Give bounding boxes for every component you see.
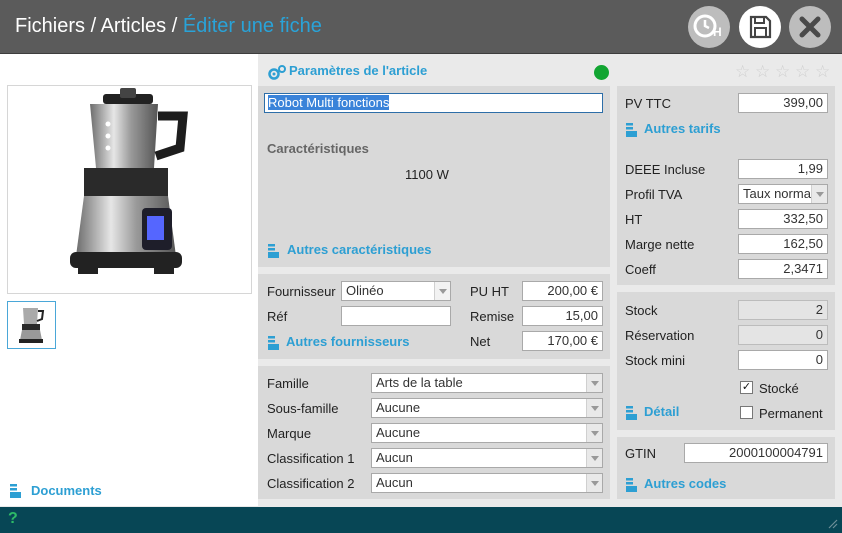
coeff-label: Coeff bbox=[625, 262, 656, 277]
rating-star-5[interactable]: ☆ bbox=[815, 62, 830, 82]
ref-input[interactable] bbox=[341, 306, 451, 326]
stocked-checkbox[interactable]: ✓ bbox=[740, 381, 753, 394]
status-bar bbox=[0, 507, 842, 533]
gtin-label: GTIN bbox=[625, 446, 657, 461]
detail-link[interactable]: Détail bbox=[644, 404, 679, 419]
product-image[interactable] bbox=[7, 85, 252, 294]
other-suppliers-link[interactable]: Autres fournisseurs bbox=[286, 334, 410, 349]
discount-input[interactable]: 15,00 bbox=[522, 306, 603, 326]
resize-grip-icon[interactable] bbox=[826, 517, 838, 529]
other-suppliers-icon[interactable] bbox=[267, 334, 281, 352]
ht-label: HT bbox=[625, 212, 643, 227]
pu-ht-input[interactable]: 200,00 € bbox=[522, 281, 603, 301]
stock-label: Stock bbox=[625, 303, 658, 318]
net-label: Net bbox=[470, 334, 491, 349]
coeff-input[interactable]: 2,3471 bbox=[738, 259, 828, 279]
svg-text:H: H bbox=[713, 25, 722, 39]
rating-star-4[interactable]: ☆ bbox=[795, 62, 810, 82]
pu-ht-label: PU HT bbox=[470, 284, 509, 299]
close-icon bbox=[799, 16, 821, 38]
product-thumbnail[interactable] bbox=[7, 301, 56, 349]
brand-label: Marque bbox=[267, 426, 312, 441]
subfamily-select[interactable]: Aucune bbox=[371, 398, 603, 418]
documents-link[interactable]: Documents bbox=[31, 483, 102, 498]
detail-icon[interactable] bbox=[625, 404, 639, 422]
reservation-label: Réservation bbox=[625, 328, 695, 343]
characteristics-value: 1100 W bbox=[405, 167, 449, 182]
deee-input[interactable]: 1,99 bbox=[738, 159, 828, 179]
gtin-input[interactable]: 2000100004791 bbox=[684, 443, 828, 463]
deee-label: DEEE Incluse bbox=[625, 162, 706, 177]
net-margin-input[interactable]: 162,50 bbox=[738, 234, 828, 254]
floppy-disk-icon bbox=[749, 15, 772, 39]
vat-profile-label: Profil TVA bbox=[625, 187, 683, 202]
brand-select[interactable]: Aucune bbox=[371, 423, 603, 443]
supplier-select[interactable]: Olinéo bbox=[341, 281, 451, 301]
breadcrumb: Fichiers / Articles / Éditer une fiche bbox=[15, 15, 322, 37]
pv-ttc-input[interactable]: 399,00 bbox=[738, 93, 828, 113]
ref-label: Réf bbox=[267, 309, 288, 324]
discount-label: Remise bbox=[470, 309, 515, 324]
net-input[interactable]: 170,00 € bbox=[522, 331, 603, 351]
family-select[interactable]: Arts de la table bbox=[371, 373, 603, 393]
rating-star-2[interactable]: ☆ bbox=[755, 62, 770, 82]
pv-ttc-label: PV TTC bbox=[625, 96, 671, 111]
family-label: Famille bbox=[267, 376, 309, 391]
classification1-select[interactable]: Aucun bbox=[371, 448, 603, 468]
subfamily-label: Sous-famille bbox=[267, 401, 339, 416]
ht-input[interactable]: 332,50 bbox=[738, 209, 828, 229]
article-name-input[interactable]: Robot Multi fonctions bbox=[264, 93, 603, 113]
reservation-input: 0 bbox=[738, 325, 828, 345]
params-title: Paramètres de l'article bbox=[289, 63, 428, 78]
other-characteristics-link[interactable]: Autres caractéristiques bbox=[287, 242, 432, 257]
breadcrumb-current: Éditer une fiche bbox=[182, 15, 322, 37]
help-icon[interactable]: ? bbox=[8, 510, 18, 528]
classification2-select[interactable]: Aucun bbox=[371, 473, 603, 493]
rating-star-1[interactable]: ☆ bbox=[735, 62, 750, 82]
status-indicator bbox=[594, 65, 609, 80]
permanent-label: Permanent bbox=[759, 406, 823, 421]
other-codes-icon[interactable] bbox=[625, 476, 639, 494]
other-characteristics-icon[interactable] bbox=[267, 242, 281, 260]
clock-h-icon: H bbox=[693, 14, 722, 39]
gears-icon bbox=[267, 64, 287, 80]
other-rates-icon[interactable] bbox=[625, 121, 639, 139]
permanent-checkbox[interactable] bbox=[740, 406, 753, 419]
net-margin-label: Marge nette bbox=[625, 237, 695, 252]
other-codes-link[interactable]: Autres codes bbox=[644, 476, 726, 491]
stock-min-label: Stock mini bbox=[625, 353, 685, 368]
close-button[interactable] bbox=[789, 6, 831, 48]
supplier-label: Fournisseur bbox=[267, 284, 336, 299]
food-processor-image bbox=[70, 88, 188, 274]
stocked-label: Stocké bbox=[759, 381, 799, 396]
breadcrumb-articles[interactable]: Articles bbox=[101, 15, 167, 37]
stock-min-input[interactable]: 0 bbox=[738, 350, 828, 370]
breadcrumb-files[interactable]: Fichiers bbox=[15, 15, 85, 37]
vat-profile-select[interactable]: Taux normal bbox=[738, 184, 828, 204]
history-button[interactable]: H bbox=[688, 6, 730, 48]
other-rates-link[interactable]: Autres tarifs bbox=[644, 121, 721, 136]
classification2-label: Classification 2 bbox=[267, 476, 355, 491]
stock-input: 2 bbox=[738, 300, 828, 320]
classification1-label: Classification 1 bbox=[267, 451, 355, 466]
rating-star-3[interactable]: ☆ bbox=[775, 62, 790, 82]
save-button[interactable] bbox=[739, 6, 781, 48]
characteristics-label: Caractéristiques bbox=[267, 141, 369, 156]
documents-link-icon[interactable] bbox=[9, 482, 23, 500]
food-processor-thumbnail bbox=[19, 308, 45, 343]
